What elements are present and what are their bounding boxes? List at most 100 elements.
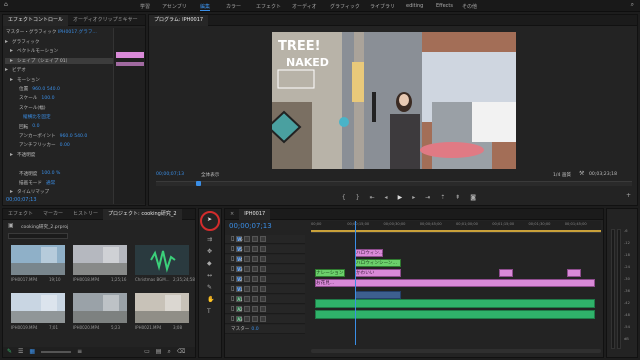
new-item-icon[interactable]: ▤ — [156, 349, 162, 355]
add-button-icon[interactable]: + — [626, 193, 631, 199]
graphic-clip-v5[interactable]: ハロウィンシーン... — [355, 259, 401, 267]
sync-lock-icon[interactable] — [244, 266, 251, 272]
wrench-icon[interactable]: ⚒ — [579, 171, 584, 177]
eye-icon[interactable] — [252, 256, 259, 262]
program-monitor-title[interactable]: プログラム: IPH0017 — [149, 15, 209, 26]
track-header-v5[interactable]: ▯ V5 — [225, 245, 305, 254]
program-scrub-bar[interactable] — [156, 181, 632, 186]
eye-icon[interactable] — [252, 286, 259, 292]
audio-clip-a2[interactable] — [315, 310, 595, 319]
track-lock-icon[interactable]: ▯ — [231, 276, 234, 282]
disclosure-triangle-icon[interactable]: ▸ — [10, 76, 13, 83]
track-lock-icon[interactable]: ▯ — [231, 256, 234, 262]
eye-icon[interactable] — [252, 276, 259, 282]
sync-lock-icon[interactable] — [244, 296, 251, 302]
graphic-clip-v4-c[interactable] — [499, 269, 513, 277]
sync-lock-icon[interactable] — [244, 236, 251, 242]
property-value[interactable]: 100.0 — [41, 96, 54, 101]
sync-lock-icon[interactable] — [244, 256, 251, 262]
razor-icon[interactable]: ◆ — [207, 261, 212, 267]
step-back-icon[interactable]: ◂ — [385, 195, 388, 201]
mute-icon[interactable] — [260, 246, 267, 252]
search-bin-icon[interactable]: ⌕ — [167, 349, 170, 355]
eye-icon[interactable] — [252, 266, 259, 272]
disclosure-triangle-icon[interactable]: ▸ — [10, 48, 13, 54]
sync-lock-icon[interactable] — [244, 316, 251, 322]
tab-effect-controls[interactable]: エフェクトコントロール — [3, 15, 69, 26]
new-bin-icon[interactable]: ▭ — [144, 349, 150, 355]
sync-lock-icon[interactable] — [244, 276, 251, 282]
step-forward-icon[interactable]: ▸ — [412, 195, 415, 201]
property-value[interactable]: 縦横比を固定 — [23, 114, 51, 120]
graphic-clip-v3[interactable]: お花見... — [315, 279, 595, 287]
program-timecode[interactable]: 00;00;07;13 — [156, 172, 184, 177]
ripple-edit-icon[interactable]: ✥ — [207, 249, 212, 255]
mute-icon[interactable] — [260, 306, 267, 312]
tab-history[interactable]: ヒストリー — [68, 209, 103, 220]
mute-icon[interactable] — [260, 266, 267, 272]
program-playhead[interactable] — [196, 181, 201, 186]
media-thumbnail[interactable] — [73, 245, 127, 275]
track-lock-icon[interactable]: ▯ — [231, 236, 234, 242]
eye-icon[interactable] — [252, 316, 259, 322]
workspace-item[interactable]: editing — [406, 3, 423, 9]
workspace-item[interactable]: エフェクト — [256, 3, 281, 10]
media-thumbnail[interactable] — [135, 293, 189, 323]
graphic-clip-v6[interactable]: ハロウィン... — [355, 249, 383, 257]
tab-markers[interactable]: マーカー — [38, 209, 68, 220]
media-thumbnail[interactable] — [73, 293, 127, 323]
audio-clip-a1[interactable] — [315, 299, 595, 308]
type-icon[interactable]: T — [207, 309, 211, 315]
mark-in-icon[interactable]: { — [342, 195, 346, 201]
list-view-icon[interactable]: ☰ — [18, 349, 23, 355]
mute-icon[interactable] — [260, 286, 267, 292]
track-target-toggle[interactable]: V5 — [236, 246, 243, 252]
clip-name-link[interactable]: IPH0017.グラフ... — [58, 30, 97, 35]
graphic-clip-v4-b[interactable]: かわいい — [355, 269, 401, 277]
track-target-toggle[interactable]: V4 — [236, 256, 243, 262]
effect-mini-timeline[interactable] — [113, 28, 145, 204]
track-header-a3[interactable]: ▯ A3 — [225, 315, 305, 324]
track-header-v3[interactable]: ▯ V3 — [225, 265, 305, 274]
eye-icon[interactable] — [252, 236, 259, 242]
timeline-sequence-tab[interactable]: IPH0017 — [239, 209, 271, 220]
track-target-toggle[interactable]: V2 — [236, 276, 243, 282]
icon-view-icon[interactable]: ▦ — [29, 349, 35, 355]
disclosure-triangle-icon[interactable]: ▸ — [10, 151, 13, 158]
home-icon[interactable]: ⌂ — [4, 2, 8, 8]
workspace-item[interactable]: 編集 — [200, 3, 211, 11]
track-area[interactable]: ハロウィン... ハロウィンシーン... ナレーション かわいい お花見... — [311, 221, 601, 345]
timeline-playhead[interactable] — [355, 221, 356, 345]
workspace-item[interactable]: グラフィック — [330, 3, 360, 10]
track-header-v2[interactable]: ▯ V2 — [225, 275, 305, 284]
mute-icon[interactable] — [260, 256, 267, 262]
search-icon[interactable]: ⌕ — [631, 2, 634, 8]
eye-icon[interactable] — [252, 246, 259, 252]
track-target-toggle[interactable]: V6 — [236, 236, 243, 242]
track-target-toggle[interactable]: V3 — [236, 266, 243, 272]
eye-icon[interactable] — [252, 306, 259, 312]
track-target-toggle[interactable]: A1 — [236, 296, 243, 302]
track-header-v4[interactable]: ▯ V4 — [225, 255, 305, 264]
program-video-frame[interactable]: TREE! NAKED — [272, 32, 516, 169]
property-value[interactable]: 0.00 — [60, 143, 70, 148]
disclosure-triangle-icon[interactable]: ▸ — [5, 39, 8, 45]
media-thumbnail[interactable] — [135, 245, 189, 275]
media-thumbnail[interactable] — [11, 245, 65, 275]
disclosure-triangle-icon[interactable]: ▸ — [10, 189, 13, 195]
workspace-item[interactable]: その他 — [462, 3, 477, 10]
track-header-v6[interactable]: ▯ V6 — [225, 235, 305, 244]
zoom-slider[interactable] — [41, 351, 72, 353]
play-icon[interactable]: ▶ — [398, 195, 403, 201]
quality-dropdown[interactable]: 1/4 画質 — [553, 172, 571, 178]
extract-icon[interactable]: ⇞ — [455, 195, 460, 201]
track-lock-icon[interactable]: ▯ — [231, 246, 234, 252]
trash-icon[interactable]: ⌫ — [177, 349, 185, 355]
graphic-clip-v4-a[interactable]: ナレーション — [315, 269, 345, 277]
tab-audio-clip-mixer[interactable]: オーディオクリップミキサー — [68, 15, 143, 26]
tab-effects[interactable]: エフェクト — [3, 209, 38, 220]
mute-icon[interactable] — [260, 316, 267, 322]
property-value[interactable]: 通常 — [46, 180, 55, 186]
sync-lock-icon[interactable] — [244, 286, 251, 292]
workspace-item[interactable]: 学習 — [140, 3, 150, 10]
